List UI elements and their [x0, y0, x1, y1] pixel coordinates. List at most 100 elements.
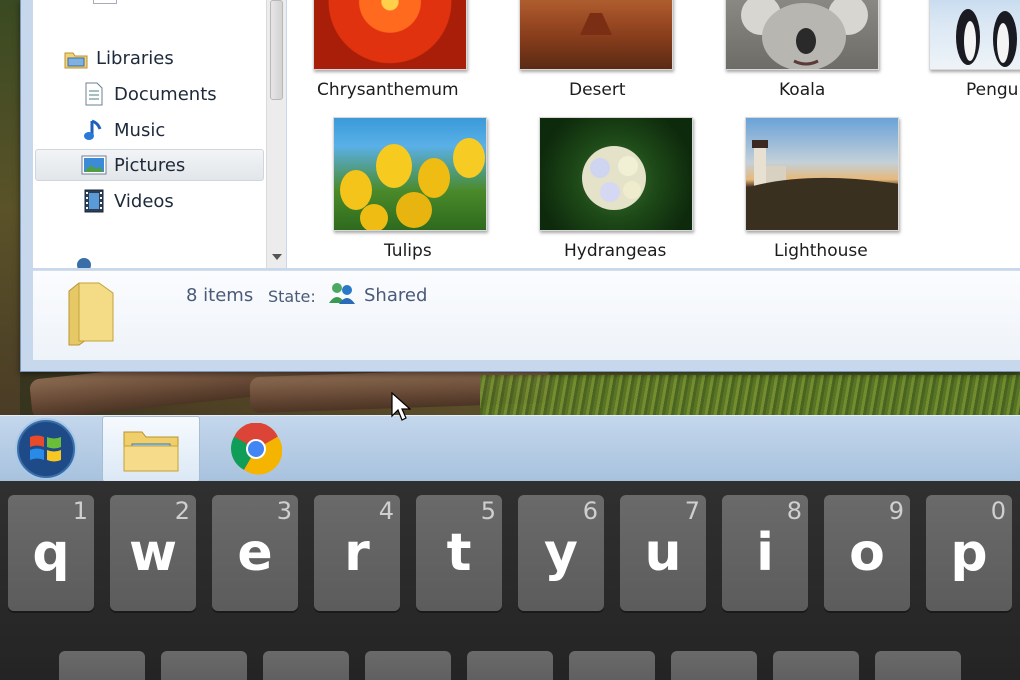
- file-label: Chrysanthemum: [317, 80, 459, 100]
- shared-users-icon: [329, 281, 355, 309]
- key-letter: p: [950, 523, 988, 583]
- key-e[interactable]: 3 e: [212, 495, 298, 611]
- file-item-desert[interactable]: Desert: [519, 0, 679, 100]
- thumbnail-chrysanthemum: [313, 0, 467, 70]
- key-row2[interactable]: [569, 651, 655, 680]
- key-y[interactable]: 6 y: [518, 495, 604, 611]
- key-letter: o: [849, 523, 885, 583]
- key-p[interactable]: 0 p: [926, 495, 1012, 611]
- nav-item-music[interactable]: Music: [81, 114, 266, 146]
- taskbar-explorer-button[interactable]: [102, 416, 200, 482]
- videos-icon: [81, 188, 107, 214]
- music-icon: [81, 117, 107, 143]
- nav-item-label: Documents: [114, 83, 217, 105]
- key-number: 4: [378, 497, 394, 525]
- navigation-pane: Libraries Documents Music Pictures Video…: [33, 0, 266, 268]
- file-item-penguins[interactable]: Pengu: [929, 0, 1020, 100]
- nav-item-label: Pictures: [114, 154, 186, 176]
- onscreen-keyboard: 1 q 2 w 3 e 4 r 5 t 6 y 7 u 8 i 9 o 0 p: [0, 481, 1020, 680]
- state-value: Shared: [364, 285, 428, 306]
- thumbnail-tulips: [333, 117, 487, 231]
- key-r[interactable]: 4 r: [314, 495, 400, 611]
- key-number: 9: [888, 497, 904, 525]
- key-i[interactable]: 8 i: [722, 495, 808, 611]
- chrome-icon: [231, 423, 282, 475]
- libraries-icon: [63, 45, 89, 71]
- file-label: Hydrangeas: [564, 241, 667, 261]
- key-letter: y: [544, 523, 578, 583]
- key-q[interactable]: 1 q: [8, 495, 94, 611]
- thumbnail-lighthouse: [745, 117, 899, 231]
- details-pane: 8 items State: Shared: [33, 270, 1020, 360]
- file-item-chrysanthemum[interactable]: Chrysanthemum: [313, 0, 473, 100]
- key-letter: r: [344, 523, 370, 583]
- key-t[interactable]: 5 t: [416, 495, 502, 611]
- item-count: 8 items: [186, 285, 254, 306]
- nav-pane-scrollbar[interactable]: [266, 0, 286, 268]
- file-item-tulips[interactable]: Tulips: [333, 117, 493, 261]
- key-letter: w: [128, 523, 178, 583]
- mouse-pointer-icon: [391, 391, 412, 428]
- taskbar: [0, 415, 1020, 482]
- thumbnail-hydrangeas: [539, 117, 693, 231]
- key-letter: e: [237, 523, 273, 583]
- nav-item-pictures[interactable]: Pictures: [35, 149, 264, 181]
- wallpaper-grass: [480, 375, 1020, 415]
- key-number: 3: [276, 497, 292, 525]
- key-row2[interactable]: [161, 651, 247, 680]
- key-number: 6: [582, 497, 598, 525]
- folder-large-icon: [63, 277, 123, 353]
- explorer-window: Libraries Documents Music Pictures Video…: [20, 0, 1020, 372]
- key-letter: i: [756, 523, 774, 583]
- file-label: Pengu: [966, 80, 1019, 100]
- file-item-koala[interactable]: Koala: [725, 0, 885, 100]
- scrollbar-thumb[interactable]: [270, 0, 283, 100]
- taskbar-chrome-button[interactable]: [215, 416, 297, 482]
- folder-explorer-icon: [123, 431, 179, 472]
- nav-item-label: Videos: [114, 190, 174, 212]
- key-row2[interactable]: [467, 651, 553, 680]
- key-letter: t: [446, 523, 472, 583]
- file-label: Tulips: [384, 241, 432, 261]
- nav-item-label: Music: [114, 119, 166, 141]
- key-number: 1: [72, 497, 88, 525]
- key-number: 0: [990, 497, 1006, 525]
- scroll-down-arrow-icon[interactable]: [272, 254, 282, 260]
- file-label: Koala: [779, 80, 826, 100]
- nav-item-libraries[interactable]: Libraries: [63, 42, 263, 74]
- key-letter: q: [32, 523, 70, 583]
- key-letter: u: [644, 523, 682, 583]
- key-row2[interactable]: [671, 651, 757, 680]
- wallpaper-edge: [0, 0, 20, 415]
- thumbnail-desert: [519, 0, 673, 70]
- nav-item-label: Libraries: [96, 47, 174, 69]
- nav-top-fragment: [93, 0, 117, 4]
- state-label: State:: [268, 287, 316, 306]
- key-o[interactable]: 9 o: [824, 495, 910, 611]
- start-button[interactable]: [6, 416, 86, 482]
- key-row2[interactable]: [875, 651, 961, 680]
- thumbnail-penguins: [929, 0, 1020, 70]
- key-row2[interactable]: [59, 651, 145, 680]
- key-number: 2: [174, 497, 190, 525]
- file-label: Lighthouse: [774, 241, 868, 261]
- pictures-icon: [81, 152, 107, 178]
- key-row2[interactable]: [773, 651, 859, 680]
- nav-item-documents[interactable]: Documents: [81, 78, 266, 110]
- homegroup-icon: [77, 258, 91, 268]
- key-number: 8: [786, 497, 802, 525]
- thumbnail-koala: [725, 0, 879, 70]
- windows-start-icon: [15, 418, 77, 480]
- file-item-hydrangeas[interactable]: Hydrangeas: [539, 117, 699, 261]
- documents-icon: [81, 81, 107, 107]
- key-w[interactable]: 2 w: [110, 495, 196, 611]
- key-number: 5: [480, 497, 496, 525]
- key-number: 7: [684, 497, 700, 525]
- nav-item-videos[interactable]: Videos: [81, 185, 266, 217]
- key-row2[interactable]: [365, 651, 451, 680]
- file-item-lighthouse[interactable]: Lighthouse: [745, 117, 905, 261]
- file-label: Desert: [569, 80, 626, 100]
- key-u[interactable]: 7 u: [620, 495, 706, 611]
- key-row2[interactable]: [263, 651, 349, 680]
- content-pane: Chrysanthemum Desert Koala Pengu Tulips …: [287, 0, 1020, 268]
